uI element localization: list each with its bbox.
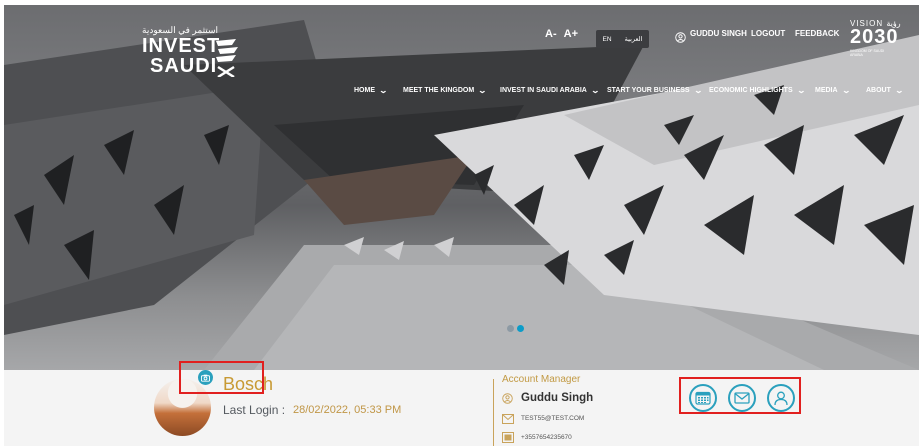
chevron-down-icon: ⌄ [693,86,703,95]
user-name-link[interactable]: GUDDU SINGH [690,29,747,38]
account-manager-phone[interactable]: +3557654235670 [521,434,572,441]
nav-label: START YOUR BUSINESS [607,87,690,94]
logout-link[interactable]: LOGOUT [751,29,785,38]
header: استثمر في السعودية INVEST SAUDI A- A+ EN… [4,5,919,105]
carousel-dot-2[interactable] [517,325,524,332]
nav-invest-in-saudi-arabia[interactable]: INVEST IN SAUDI ARABIA ⌄ [500,86,600,95]
language-en[interactable]: EN [603,36,612,43]
nav-label: MEDIA [815,87,838,94]
carousel-indicators [507,325,524,332]
font-increase-button[interactable]: A+ [564,28,578,40]
logo-mark-icon [216,39,238,77]
panel-divider [493,379,494,446]
nav-meet-the-kingdom[interactable]: MEET THE KINGDOM ⌄ [403,86,488,95]
chevron-down-icon: ⌄ [796,86,806,95]
mail-icon [502,414,514,424]
language-switcher[interactable]: EN العربية [596,30,649,48]
chevron-down-icon: ⌄ [894,86,904,95]
carousel-dot-1[interactable] [507,325,514,332]
feedback-link[interactable]: FEEDBACK [795,29,839,38]
logo-line-saudi: SAUDI [150,55,218,77]
account-manager-email[interactable]: TEST55@TEST.COM [521,415,584,422]
profile-panel: Bosch Last Login : 28/02/2022, 05:33 PM … [4,361,919,446]
hero-banner: استثمر في السعودية INVEST SAUDI A- A+ EN… [4,5,919,370]
highlight-box-actions [679,377,801,414]
page: استثمر في السعودية INVEST SAUDI A- A+ EN… [0,0,919,446]
font-decrease-button[interactable]: A- [545,28,557,40]
chevron-down-icon: ⌄ [378,86,389,95]
nav-media[interactable]: MEDIA ⌄ [815,86,851,95]
nav-label: MEET THE KINGDOM [403,87,475,94]
language-ar[interactable]: العربية [625,35,643,43]
vision-subtitle: KINGDOM OF SAUDI ARABIA [850,49,885,57]
nav-label: INVEST IN SAUDI ARABIA [500,87,587,94]
last-login-label: Last Login : [223,403,286,417]
nav-about[interactable]: ABOUT ⌄ [866,86,904,95]
account-manager-title: Account Manager [502,374,581,385]
vision-year: 2030 [850,26,899,48]
nav-label: ECONOMIC HIGHLIGHTS [709,87,793,94]
nav-label: ABOUT [866,87,891,94]
account-manager-name: Guddu Singh [521,392,594,404]
nav-economic-highlights[interactable]: ECONOMIC HIGHLIGHTS ⌄ [709,86,806,95]
chevron-down-icon: ⌄ [477,86,488,95]
last-login-value: 28/02/2022, 05:33 PM [293,404,402,416]
nav-start-your-business[interactable]: START YOUR BUSINESS ⌄ [607,86,703,95]
nav-label: HOME [354,87,375,94]
user-icon [502,393,513,404]
chevron-down-icon: ⌄ [841,86,851,95]
phone-icon [502,432,514,443]
font-size-controls: A- A+ [545,28,578,40]
chevron-down-icon: ⌄ [590,86,600,95]
highlight-box-photo [179,361,264,394]
user-circle-icon [675,32,686,43]
nav-home[interactable]: HOME ⌄ [354,86,389,95]
